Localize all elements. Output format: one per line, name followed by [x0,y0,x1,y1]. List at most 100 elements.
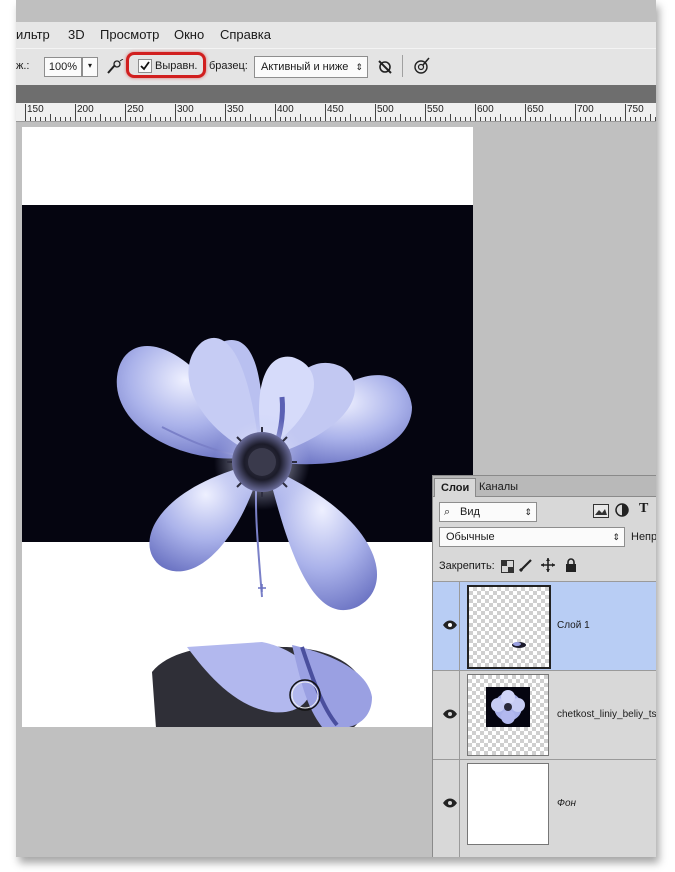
ruler-label: 150 [27,104,44,115]
ruler-tick [280,117,281,121]
layers-panel: Слои Каналы ⌕ Вид ⇕ T Обычные ⇕ Непр Зак… [432,475,656,857]
tab-layers[interactable]: Слои [434,478,477,497]
ruler-tick [525,104,526,121]
blend-mode-value: Обычные [446,531,495,543]
sample-select[interactable]: Активный и ниже ⇕ [254,56,368,78]
layer-row-chetkost[interactable]: chetkost_liniy_beliy_ts [433,671,656,760]
menu-help[interactable]: Справка [220,27,271,42]
image-filter-icon[interactable] [593,504,609,518]
ruler-tick [620,117,621,121]
ruler-tick [540,117,541,121]
opacity-value: 100% [48,61,78,73]
ruler-tick [240,117,241,121]
ruler-tick [155,117,156,121]
lock-all-icon[interactable] [565,558,577,572]
ruler-tick [630,117,631,121]
ruler-tick [140,117,141,121]
layer-row-layer1[interactable]: Слой 1 [433,582,656,671]
ruler-tick [505,117,506,121]
pressure-size-icon[interactable] [412,57,430,75]
photoshop-window: ильтр 3D Просмотр Окно Справка ж.: 100% … [16,0,656,857]
ruler-tick [425,104,426,121]
ruler-tick [330,117,331,121]
ruler-tick [200,114,201,121]
panel-tabs: Слои Каналы [433,476,656,497]
type-filter-icon[interactable]: T [639,501,648,517]
aligned-checkbox[interactable] [138,59,152,73]
ruler-tick [645,117,646,121]
layer-thumbnail [467,763,549,845]
ruler-tick [175,104,176,121]
layer-filter-select[interactable]: ⌕ Вид ⇕ [439,502,537,522]
ruler-tick [225,104,226,121]
ruler-label: 550 [427,104,444,115]
document-canvas[interactable] [22,127,473,727]
ruler-tick [120,117,121,121]
ruler-tick [605,117,606,121]
lock-position-icon[interactable] [541,558,555,572]
menu-filter[interactable]: ильтр [16,27,50,42]
ruler-tick [465,117,466,121]
ruler-tick [520,117,521,121]
menu-window[interactable]: Окно [174,27,204,42]
eye-icon[interactable] [443,620,457,630]
select-arrows-icon: ⇕ [524,507,532,517]
eye-icon[interactable] [443,798,457,808]
ruler-tick [450,114,451,121]
ruler-tick [400,114,401,121]
flower-image [116,337,412,727]
ruler-tick [415,117,416,121]
ruler-tick [470,117,471,121]
ruler-tick [285,117,286,121]
ruler-tick [195,117,196,121]
ruler-tick [105,117,106,121]
ruler-tick [95,117,96,121]
ruler-tick [460,117,461,121]
opacity-dropdown-button[interactable]: ▾ [82,57,98,77]
ruler-tick [560,117,561,121]
layer-thumbnail [467,585,551,669]
ruler-tick [380,117,381,121]
ruler-tick [385,117,386,121]
ruler-tick [80,117,81,121]
eye-icon[interactable] [443,709,457,719]
ruler-tick [40,117,41,121]
ruler-tick [580,117,581,121]
adjustment-filter-icon[interactable] [615,503,629,517]
lock-transparent-pixels-icon[interactable] [501,560,514,573]
horizontal-ruler: 150 200 250 300 350 400 450 500 550 600 650 700 750 [16,103,656,122]
ruler-tick [345,117,346,121]
crosshair-cursor [258,584,266,592]
ruler-tick [45,117,46,121]
ruler-tick [370,117,371,121]
options-bar: ж.: 100% ▾ Выравн. бразец: Активный и ни… [16,48,656,86]
ruler-tick [650,114,651,121]
menu-3d[interactable]: 3D [68,27,85,42]
ruler-tick [235,117,236,121]
airbrush-pressure-icon[interactable] [106,58,124,75]
ruler-tick [635,117,636,121]
ruler-tick [255,117,256,121]
layer-row-background[interactable]: Фон [433,760,656,857]
menu-view[interactable]: Просмотр [100,27,159,42]
cloned-reflection [152,642,372,727]
lock-image-pixels-icon[interactable] [518,558,533,573]
ruler-label: 350 [227,104,244,115]
tab-channels[interactable]: Каналы [473,478,524,496]
ruler-tick [220,117,221,121]
blend-mode-select[interactable]: Обычные ⇕ [439,527,625,547]
ruler-tick [395,117,396,121]
ruler-tick [490,117,491,121]
ruler-tick [435,117,436,121]
opacity-input[interactable]: 100% [44,57,82,77]
ruler-label: 450 [327,104,344,115]
ruler-tick [325,104,326,121]
ruler-tick [270,117,271,121]
ruler-label: 650 [527,104,544,115]
ignore-adjustment-layers-icon[interactable] [376,58,394,76]
ruler-tick [135,117,136,121]
ruler-tick [100,114,101,121]
ruler-tick [480,117,481,121]
ruler-tick [165,117,166,121]
ruler-tick [110,117,111,121]
